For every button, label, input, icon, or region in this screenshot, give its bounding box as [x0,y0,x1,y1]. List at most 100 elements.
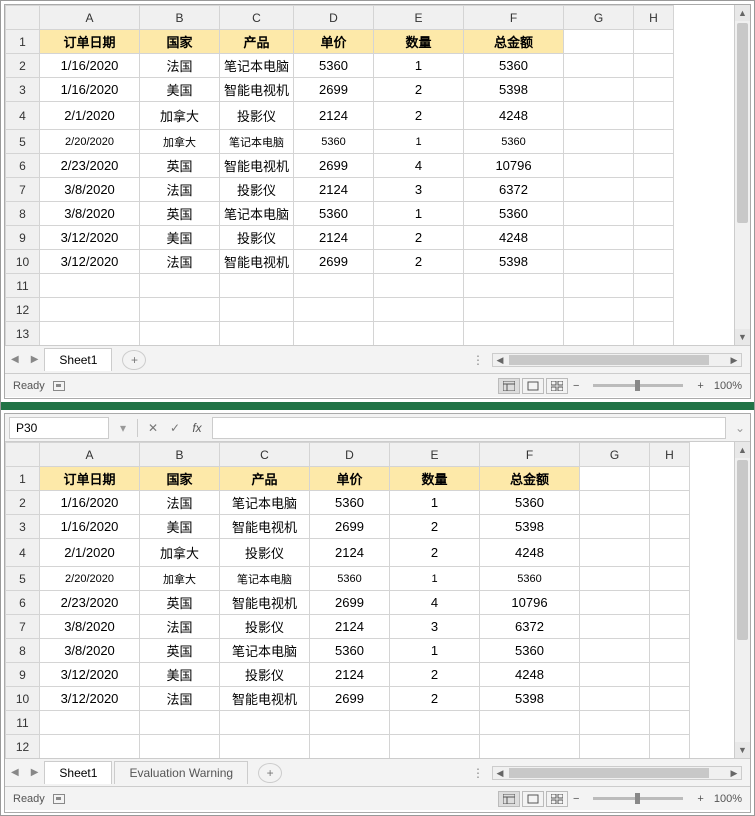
enter-formula-icon[interactable]: ✓ [164,421,186,435]
view-page-break-button[interactable] [546,378,568,394]
cell-c5[interactable]: 笔记本电脑 [220,567,310,591]
scroll-thumb[interactable] [737,460,748,640]
cell-g6[interactable] [580,591,650,615]
cell-f2[interactable]: 5360 [464,54,564,78]
cell-h7[interactable] [634,178,674,202]
cell-c12[interactable] [220,735,310,759]
cell-f7[interactable]: 6372 [480,615,580,639]
cell-e11[interactable] [374,274,464,298]
cell-h12[interactable] [650,735,690,759]
cell-b6[interactable]: 英国 [140,154,220,178]
cell-b8[interactable]: 英国 [140,202,220,226]
row-header-12[interactable]: 12 [6,298,40,322]
macro-record-icon[interactable] [53,381,65,391]
cell-b9[interactable]: 美国 [140,663,220,687]
cell-a3[interactable]: 1/16/2020 [40,515,140,539]
cell-e6[interactable]: 4 [374,154,464,178]
column-header-e[interactable]: E [374,6,464,30]
cell-f10[interactable]: 5398 [480,687,580,711]
cell-c10[interactable]: 智能电视机 [220,687,310,711]
cell-g11[interactable] [580,711,650,735]
cell-g1[interactable] [564,30,634,54]
cell-f6[interactable]: 10796 [480,591,580,615]
row-header-11[interactable]: 11 [6,274,40,298]
tab-nav-next[interactable]: ▶ [25,767,45,778]
cell-d5[interactable]: 5360 [310,567,390,591]
cell-d10[interactable]: 2699 [294,250,374,274]
cell-b12[interactable] [140,735,220,759]
cell-b7[interactable]: 法国 [140,615,220,639]
scroll-down-arrow[interactable]: ▼ [735,742,750,758]
hscroll-right-arrow[interactable]: ▶ [727,354,741,366]
cell-d13[interactable] [294,322,374,346]
cell-f12[interactable] [464,298,564,322]
cell-h3[interactable] [634,78,674,102]
row-header-3[interactable]: 3 [6,78,40,102]
cell-c6[interactable]: 智能电视机 [220,591,310,615]
row-header-11[interactable]: 11 [6,711,40,735]
cell-e12[interactable] [390,735,480,759]
zoom-slider-thumb[interactable] [635,380,640,391]
column-header-e[interactable]: E [390,443,480,467]
cell-d10[interactable]: 2699 [310,687,390,711]
row-header-6[interactable]: 6 [6,154,40,178]
cell-b3[interactable]: 美国 [140,515,220,539]
cell-g7[interactable] [564,178,634,202]
cell-g8[interactable] [580,639,650,663]
cell-h9[interactable] [634,226,674,250]
cell-a10[interactable]: 3/12/2020 [40,250,140,274]
cell-g6[interactable] [564,154,634,178]
cell-b1[interactable]: 国家 [140,467,220,491]
cell-a1[interactable]: 订单日期 [40,467,140,491]
tab-split-handle[interactable]: ⋮ [472,766,484,780]
zoom-out-button[interactable]: − [569,380,583,392]
cell-h4[interactable] [650,539,690,567]
cell-g2[interactable] [564,54,634,78]
cell-d8[interactable]: 5360 [294,202,374,226]
column-header-d[interactable]: D [294,6,374,30]
row-header-3[interactable]: 3 [6,515,40,539]
macro-record-icon[interactable] [53,794,65,804]
cell-d11[interactable] [310,711,390,735]
cell-g12[interactable] [564,298,634,322]
column-header-f[interactable]: F [464,6,564,30]
row-header-10[interactable]: 10 [6,250,40,274]
cell-f12[interactable] [480,735,580,759]
zoom-level[interactable]: 100% [714,380,742,392]
horizontal-scrollbar[interactable]: ◀ ▶ [492,766,742,780]
grid-area[interactable]: ABCDEFGH1订单日期国家产品单价数量总金额21/16/2020法国笔记本电… [5,5,750,345]
cell-d12[interactable] [310,735,390,759]
zoom-in-button[interactable]: + [693,380,707,392]
select-all-corner[interactable] [6,443,40,467]
cell-h10[interactable] [650,687,690,711]
cell-e3[interactable]: 2 [374,78,464,102]
cell-g12[interactable] [580,735,650,759]
cell-c4[interactable]: 投影仪 [220,102,294,130]
cell-h9[interactable] [650,663,690,687]
cell-e9[interactable]: 2 [374,226,464,250]
cell-h3[interactable] [650,515,690,539]
cell-c12[interactable] [220,298,294,322]
tab-nav-prev[interactable]: ◀ [5,767,25,778]
cell-b3[interactable]: 美国 [140,78,220,102]
cell-a11[interactable] [40,711,140,735]
name-box[interactable]: P30 [9,417,109,439]
cell-f8[interactable]: 5360 [464,202,564,226]
cell-e2[interactable]: 1 [390,491,480,515]
row-header-1[interactable]: 1 [6,30,40,54]
cell-c10[interactable]: 智能电视机 [220,250,294,274]
cell-a6[interactable]: 2/23/2020 [40,154,140,178]
cell-f9[interactable]: 4248 [480,663,580,687]
cell-f7[interactable]: 6372 [464,178,564,202]
hscroll-thumb[interactable] [509,768,709,778]
cell-h6[interactable] [634,154,674,178]
hscroll-thumb[interactable] [509,355,709,365]
cell-c9[interactable]: 投影仪 [220,663,310,687]
cell-f11[interactable] [464,274,564,298]
row-header-1[interactable]: 1 [6,467,40,491]
cell-f8[interactable]: 5360 [480,639,580,663]
zoom-out-button[interactable]: − [569,793,583,805]
cell-b11[interactable] [140,711,220,735]
cell-a2[interactable]: 1/16/2020 [40,54,140,78]
tab-split-handle[interactable]: ⋮ [472,353,484,367]
